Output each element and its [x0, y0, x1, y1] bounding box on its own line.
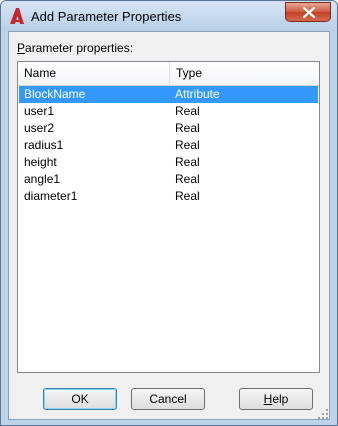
autocad-a-icon — [9, 7, 25, 25]
table-row[interactable]: diameter1 Real — [19, 188, 318, 205]
cell-type: Real — [175, 155, 200, 169]
cell-name: BlockName — [24, 87, 86, 101]
dialog-client-area: Parameter properties: Name Type BlockNam… — [8, 31, 330, 420]
close-icon — [302, 7, 316, 18]
window-title: Add Parameter Properties — [31, 9, 182, 24]
column-header-name[interactable]: Name — [18, 62, 170, 85]
table-row[interactable]: user1 Real — [19, 103, 318, 120]
resize-grip-icon[interactable] — [318, 409, 328, 419]
cell-name: radius1 — [24, 138, 64, 152]
title-bar[interactable]: Add Parameter Properties — [1, 1, 337, 31]
cell-name: user2 — [24, 121, 55, 135]
table-row[interactable]: radius1 Real — [19, 137, 318, 154]
parameter-properties-label: Parameter properties: — [17, 41, 134, 55]
help-button[interactable]: Help — [239, 388, 313, 410]
close-button[interactable] — [285, 2, 331, 22]
table-row[interactable]: angle1 Real — [19, 171, 318, 188]
column-header-type[interactable]: Type — [170, 62, 319, 85]
table-row[interactable]: BlockName Attribute — [19, 86, 318, 103]
ok-button[interactable]: OK — [43, 388, 117, 410]
cell-type: Real — [175, 104, 200, 118]
list-header: Name Type — [18, 62, 319, 86]
cell-type: Real — [175, 138, 200, 152]
cell-type: Real — [175, 172, 200, 186]
cell-type: Real — [175, 121, 200, 135]
table-row[interactable]: height Real — [19, 154, 318, 171]
cell-type: Attribute — [175, 87, 220, 101]
cell-name: angle1 — [24, 172, 61, 186]
table-row[interactable]: user2 Real — [19, 120, 318, 137]
cancel-button[interactable]: Cancel — [131, 388, 205, 410]
dialog-window: Add Parameter Properties Parameter prope… — [0, 0, 338, 426]
cell-name: height — [24, 155, 57, 169]
cell-name: diameter1 — [24, 189, 78, 203]
cell-name: user1 — [24, 104, 55, 118]
parameter-properties-list[interactable]: Name Type BlockName Attribute user1 Real… — [17, 61, 320, 373]
cell-type: Real — [175, 189, 200, 203]
